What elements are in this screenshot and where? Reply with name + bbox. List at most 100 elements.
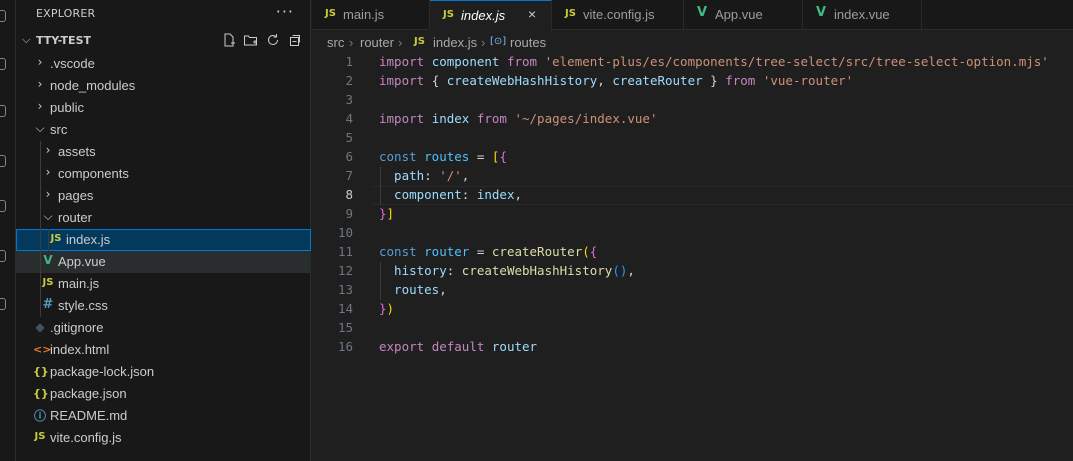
file-item[interactable]: JS vite.config.js <box>16 427 311 449</box>
folder-item[interactable]: › pages <box>16 185 311 207</box>
breadcrumb-file[interactable]: index.js <box>433 35 477 50</box>
folder-item[interactable]: ⌵ router <box>16 207 311 229</box>
testing-activity-icon[interactable] <box>0 298 6 310</box>
folder-item[interactable]: › .vscode <box>16 53 311 75</box>
breadcrumb-src[interactable]: src <box>327 35 344 50</box>
code-line[interactable]: 9}] <box>312 205 1073 224</box>
js-file-icon: JS <box>325 8 336 19</box>
file-item[interactable]: {} package-lock.json <box>16 361 311 383</box>
css-file-icon: # <box>42 297 54 312</box>
code-editor[interactable]: 1 import component from 'element-plus/es/… <box>312 53 1073 461</box>
js-file-icon: JS <box>50 233 62 244</box>
code-line[interactable]: 10 <box>312 224 1073 243</box>
line-number: 7 <box>345 168 353 183</box>
indent-guide <box>380 167 381 205</box>
folder-item[interactable]: › node_modules <box>16 75 311 97</box>
code-line[interactable]: 4 import index from '~/pages/index.vue' <box>312 110 1073 129</box>
file-item[interactable]: JS main.js <box>16 273 311 295</box>
code-line[interactable]: 5 <box>312 129 1073 148</box>
close-icon[interactable]: × <box>528 6 536 22</box>
breadcrumb-symbol[interactable]: routes <box>510 35 546 50</box>
file-item[interactable]: JS index.js <box>16 229 311 251</box>
code-token: createRouter <box>612 73 703 88</box>
code-line[interactable]: 15 <box>312 319 1073 338</box>
code-line[interactable]: 11 const router = createRouter({ <box>312 243 1073 262</box>
collapse-all-icon[interactable] <box>287 32 303 48</box>
code-line[interactable]: 3 <box>312 91 1073 110</box>
file-item[interactable]: ⓘ README.md <box>16 405 311 427</box>
code-text: import component from 'element-plus/es/c… <box>379 54 1049 69</box>
explorer-activity-icon[interactable] <box>0 10 6 22</box>
js-file-icon: JS <box>42 277 54 288</box>
code-line[interactable]: 1 import component from 'element-plus/es/… <box>312 53 1073 72</box>
extensions-activity-icon[interactable] <box>0 250 6 262</box>
code-line[interactable]: 6 const routes = [{ <box>312 148 1073 167</box>
code-line[interactable]: 14}) <box>312 300 1073 319</box>
line-number: 8 <box>345 187 353 202</box>
tab-vite-config-js[interactable]: JS vite.config.js <box>552 0 684 30</box>
tab-index-vue[interactable]: Vindex.vue <box>803 0 922 30</box>
line-number: 11 <box>337 244 353 259</box>
run-debug-activity-icon[interactable] <box>0 155 6 167</box>
new-folder-icon[interactable] <box>243 32 259 48</box>
code-token: { <box>431 73 447 88</box>
refresh-icon[interactable] <box>265 32 281 48</box>
source-control-activity-icon[interactable] <box>0 105 6 117</box>
folder-item[interactable]: › components <box>16 163 311 185</box>
code-text: const router = createRouter({ <box>379 244 597 259</box>
file-item[interactable]: # style.css <box>16 295 311 317</box>
code-line[interactable]: 12 history: createWebHashHistory(), <box>312 262 1073 281</box>
tab-index-js[interactable]: JS index.js × <box>430 0 552 31</box>
code-text: import { createWebHashHistory, createRou… <box>379 73 853 88</box>
indent-guide <box>48 229 49 251</box>
line-number: 15 <box>337 320 353 335</box>
code-token: router <box>424 244 477 259</box>
folder-item[interactable]: › public <box>16 97 311 119</box>
vue-file-icon: V <box>697 5 708 20</box>
file-label: index.js <box>66 232 111 247</box>
code-line[interactable]: 7 path: '/', <box>312 167 1073 186</box>
more-actions-icon[interactable]: ··· <box>276 2 294 21</box>
file-item[interactable]: {} package.json <box>16 383 311 405</box>
folder-label: router <box>58 210 92 225</box>
line-number: 13 <box>337 282 353 297</box>
code-token: } <box>379 301 387 316</box>
code-text: export default router <box>379 339 537 354</box>
code-token: from <box>476 111 515 126</box>
js-file-icon: JS <box>414 36 425 47</box>
file-item[interactable]: <> index.html <box>16 339 311 361</box>
vue-file-icon: V <box>816 5 827 20</box>
code-token: } <box>379 206 387 221</box>
code-text: const routes = [{ <box>379 149 507 164</box>
code-token: const <box>379 149 425 164</box>
code-token: component <box>431 54 507 69</box>
tab-label: vite.config.js <box>583 7 655 22</box>
code-token: = <box>476 149 492 164</box>
tab-main-js[interactable]: JS main.js <box>312 0 430 30</box>
file-label: index.html <box>50 342 110 357</box>
line-number: 2 <box>345 73 353 88</box>
code-token: : <box>424 168 440 183</box>
code-token: : <box>461 187 477 202</box>
code-line[interactable]: 13 routes, <box>312 281 1073 300</box>
code-line[interactable]: 8 component: index, <box>312 186 1073 205</box>
remote-activity-icon[interactable] <box>0 200 6 212</box>
new-file-icon[interactable] <box>221 32 237 48</box>
file-item[interactable]: V App.vue <box>16 251 311 273</box>
file-item[interactable]: ◆ .gitignore <box>16 317 311 339</box>
project-section-header[interactable]: ⌵ TTY-TEST <box>16 30 311 52</box>
breadcrumb-router[interactable]: router <box>360 35 394 50</box>
code-line[interactable]: 2 import { createWebHashHistory, createRo… <box>312 72 1073 91</box>
code-text: import index from '~/pages/index.vue' <box>379 111 657 126</box>
file-label: package-lock.json <box>50 364 155 379</box>
file-label: main.js <box>58 276 100 291</box>
line-number: 4 <box>345 111 353 126</box>
folder-label: node_modules <box>50 78 136 93</box>
code-token: , <box>461 168 470 183</box>
search-activity-icon[interactable] <box>0 58 6 70</box>
line-number: 5 <box>345 130 353 145</box>
folder-item[interactable]: › assets <box>16 141 311 163</box>
folder-item[interactable]: ⌵ src <box>16 119 311 141</box>
tab-App-vue[interactable]: V App.vue <box>684 0 803 30</box>
code-line[interactable]: 16 export default router <box>312 338 1073 357</box>
